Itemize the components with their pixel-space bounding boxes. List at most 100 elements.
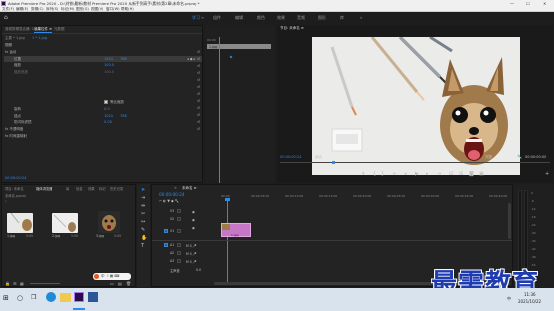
step-back-icon[interactable]: ◂ — [404, 172, 407, 177]
tab-program[interactable]: 节目: 未命名 ≡ — [280, 26, 304, 31]
razor-tool-icon[interactable]: ✂ — [141, 212, 145, 217]
tab-metadata[interactable]: 元数据 — [54, 27, 65, 32]
clock-time[interactable]: 11:36 — [524, 292, 536, 297]
timeline-ruler[interactable]: 00:00 00:00:05:00 00:00:10:00 00:00:15:0… — [221, 194, 512, 200]
master-track-value[interactable]: 0.0 — [196, 268, 201, 272]
effect-motion[interactable]: fx 运动 — [5, 50, 16, 55]
uniform-scale-checkbox[interactable] — [104, 100, 108, 104]
maximize-button[interactable]: ☐ — [526, 1, 530, 6]
go-to-in-icon[interactable]: ⇤ — [393, 172, 397, 177]
new-item-icon[interactable]: ▤ — [118, 281, 122, 286]
program-scrub-bar[interactable] — [280, 162, 550, 163]
tab-markers[interactable]: 标记 — [99, 186, 106, 191]
keyframe-marker[interactable] — [229, 55, 233, 59]
ime-icons[interactable]: 中 ☽ ▦ ⌨ — [101, 274, 119, 279]
anchor-y-value[interactable]: 768 — [120, 114, 127, 118]
workspace-tab-libraries[interactable]: 库 — [340, 15, 344, 21]
add-marker-icon[interactable]: ▾ — [362, 172, 365, 177]
effect-timecode[interactable]: 00:00:00:24 — [5, 176, 26, 180]
close-sequence-icon[interactable]: ✕ — [174, 186, 177, 190]
track-lock-v2[interactable] — [177, 217, 181, 221]
pen-tool-icon[interactable]: ✎ — [141, 228, 145, 233]
type-tool-icon[interactable]: T — [141, 244, 144, 249]
tab-sequence[interactable]: 未命名 ≡ — [182, 186, 197, 191]
premiere-taskbar-icon[interactable] — [74, 292, 84, 302]
keyframe-nav-icon[interactable]: ◂ ◆ ▸ — [187, 57, 195, 61]
minimize-button[interactable]: — — [510, 1, 514, 6]
anchor-x-value[interactable]: 1024 — [104, 114, 113, 118]
icon-view-icon[interactable]: ▦ — [20, 281, 24, 286]
input-language[interactable]: 中 — [507, 296, 511, 302]
tab-history[interactable]: 历史记录 — [110, 186, 123, 191]
close-button[interactable]: ✕ — [543, 1, 546, 6]
search-icon[interactable]: ⌕ — [5, 199, 7, 203]
playhead-handle[interactable] — [225, 198, 230, 201]
play-icon[interactable]: ▶ — [415, 172, 419, 177]
mark-out-icon[interactable]: } — [381, 172, 384, 177]
button-editor-icon[interactable]: + — [545, 172, 549, 177]
position-x-value[interactable]: 1024 — [104, 57, 113, 61]
track-target-v1[interactable] — [164, 229, 168, 233]
trash-icon[interactable]: 🗑 — [126, 281, 131, 286]
track-lock-v3[interactable] — [177, 209, 181, 213]
timeline-vertical-scrollbar[interactable] — [508, 203, 511, 239]
taskbar-taskview-icon[interactable]: ❐ — [31, 294, 36, 301]
quality-dropdown[interactable]: 完整 — [485, 155, 492, 160]
timeline-tool-icons[interactable]: ⌐ ◐ ▼ ◆ 🔧 — [159, 199, 179, 203]
edge-browser-icon[interactable] — [46, 292, 56, 302]
project-item-thumbnail-1[interactable] — [7, 213, 33, 233]
home-icon[interactable]: ⌂ — [4, 14, 8, 21]
slip-tool-icon[interactable]: ↔ — [141, 220, 145, 225]
list-view-icon[interactable]: ☰ — [13, 281, 17, 286]
timeline-playhead[interactable] — [227, 199, 228, 285]
selection-tool-icon[interactable]: ➤ — [141, 188, 145, 193]
track-lock-v1[interactable] — [177, 229, 181, 233]
start-button-icon[interactable]: ⊞ — [3, 294, 9, 302]
workspace-tab-assembly[interactable]: 组件 — [213, 15, 221, 21]
workspace-tab-graphics[interactable]: 图形 — [318, 15, 326, 21]
program-playhead[interactable] — [332, 161, 335, 164]
workspace-tab-color[interactable]: 颜色 — [257, 15, 265, 21]
anti-flicker-value[interactable]: 0.00 — [104, 120, 112, 124]
track-target-a1[interactable] — [164, 243, 168, 247]
tab-media-browser[interactable]: 媒体浏览器 — [36, 186, 52, 191]
ripple-edit-tool-icon[interactable]: ⇹ — [141, 204, 145, 209]
tab-project[interactable]: 项目: 未命名 — [5, 186, 24, 191]
mini-playhead[interactable] — [219, 37, 220, 183]
track-lock-a2[interactable] — [177, 251, 181, 255]
track-select-tool-icon[interactable]: ⇥ — [141, 196, 145, 201]
mute-solo-buttons[interactable]: M S 🎤 M S 🎤 M S 🎤 — [186, 242, 197, 266]
position-y-value[interactable]: 768 — [120, 57, 127, 61]
word-taskbar-icon[interactable] — [88, 292, 98, 302]
zoom-slider[interactable] — [30, 283, 60, 284]
tab-info[interactable]: 信息 — [76, 186, 83, 191]
clock-date[interactable]: 2021/10/22 — [518, 299, 541, 304]
workspace-tab-effects[interactable]: 效果 — [277, 15, 285, 21]
new-bin-icon[interactable]: ▭ — [110, 281, 114, 286]
sequence-clip-label[interactable]: 1 * 1.jpg — [32, 36, 47, 40]
tab-libraries[interactable]: 库 — [66, 186, 69, 191]
ime-toolbar[interactable]: 中 ☽ ▦ ⌨ — [93, 273, 131, 280]
workspace-tab-learn[interactable]: 学习 — [192, 15, 200, 21]
project-item-thumbnail-3[interactable] — [98, 211, 120, 233]
extract-icon[interactable]: ⊞ — [459, 172, 463, 177]
project-item-thumbnail-2[interactable] — [52, 213, 78, 233]
taskbar-search-icon[interactable]: ○ — [17, 294, 23, 302]
hand-tool-icon[interactable]: ✋ — [141, 236, 147, 241]
file-explorer-icon[interactable] — [60, 293, 71, 302]
settings-icon[interactable]: 🔧 — [517, 154, 522, 159]
timeline-timecode[interactable]: 00:00:00:24 — [159, 192, 185, 197]
workspace-more-icon[interactable]: » — [360, 15, 362, 20]
source-clip-label[interactable]: 主要 * 1.jpg — [5, 36, 25, 41]
tab-effects[interactable]: 效果 — [88, 186, 95, 191]
comparison-view-icon[interactable]: ▣ — [479, 172, 484, 177]
step-forward-icon[interactable]: ▸ — [426, 172, 429, 177]
workspace-tab-audio[interactable]: 音频 — [297, 15, 305, 21]
workspace-tab-edit[interactable]: 编辑 — [235, 15, 243, 21]
effect-time-remap[interactable]: fx 时间重映射 — [5, 134, 27, 139]
export-frame-icon[interactable]: ◙ — [469, 172, 474, 177]
program-timecode[interactable]: 00:00:00:24 — [280, 155, 301, 159]
track-eye-icons[interactable]: ◉ ◉ ◉ — [192, 208, 195, 232]
track-lock-a1[interactable] — [177, 243, 181, 247]
rotation-value[interactable]: 0.0 — [104, 107, 110, 111]
